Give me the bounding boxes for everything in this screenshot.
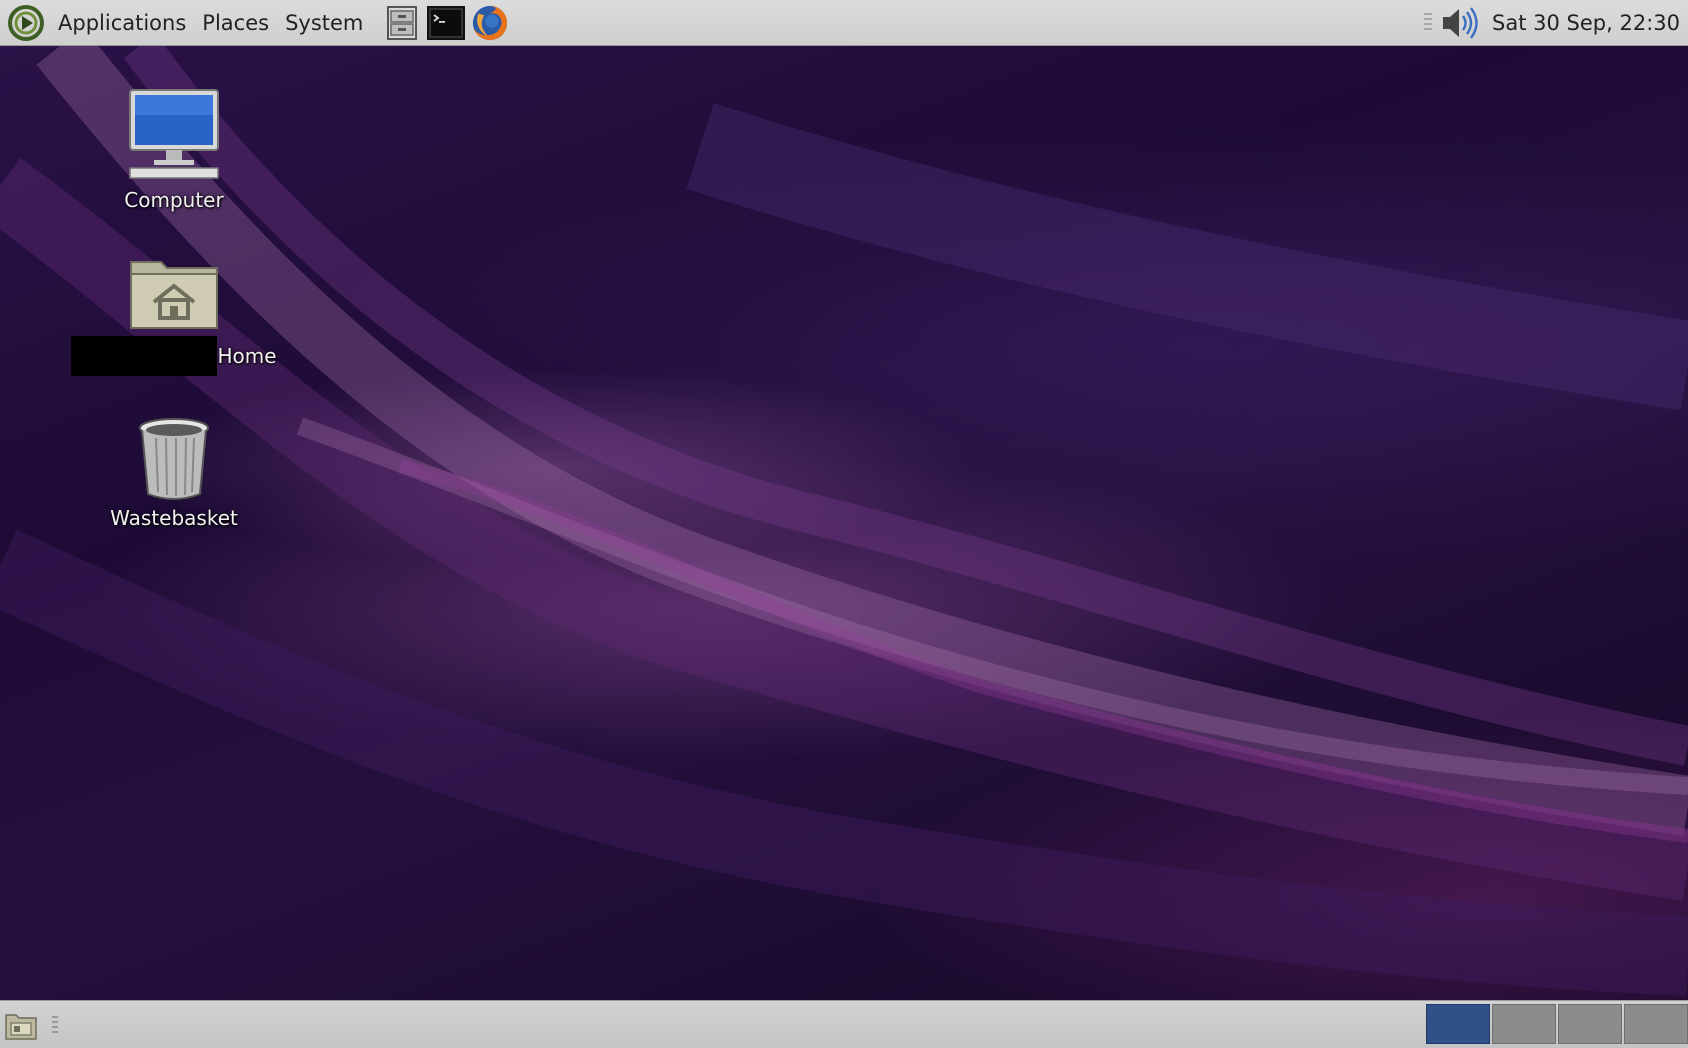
home-label-row: Home	[71, 336, 277, 376]
panel-grip	[1424, 13, 1433, 33]
desktop-icon-wastebasket[interactable]: Wastebasket	[89, 416, 259, 530]
distro-logo-icon[interactable]	[6, 3, 46, 43]
workspace-switcher	[1424, 1004, 1688, 1046]
desktop-icon-label: Computer	[124, 188, 224, 212]
system-menu[interactable]: System	[277, 0, 371, 46]
launcher-group	[377, 4, 509, 42]
desktop-icon-home[interactable]: Home	[71, 252, 277, 376]
speaker-volume-icon[interactable]	[1440, 4, 1482, 42]
terminal-launcher[interactable]	[427, 4, 466, 42]
file-manager-launcher[interactable]	[383, 4, 421, 42]
workspace-4[interactable]	[1624, 1004, 1688, 1044]
show-desktop-button[interactable]	[4, 1008, 38, 1042]
trash-icon	[139, 418, 209, 500]
workspace-3[interactable]	[1558, 1004, 1622, 1044]
desktop-wallpaper[interactable]: Computer Home Wastebasket	[0, 46, 1688, 1000]
places-menu[interactable]: Places	[194, 0, 277, 46]
firefox-launcher[interactable]	[471, 4, 509, 42]
bottom-panel	[0, 1000, 1688, 1048]
file-manager-icon	[387, 5, 418, 40]
desktop-icon-label: Home	[217, 344, 277, 368]
workspace-2[interactable]	[1492, 1004, 1556, 1044]
clock[interactable]: Sat 30 Sep, 22:30	[1492, 11, 1680, 35]
computer-monitor-icon	[129, 89, 219, 179]
workspace-1[interactable]	[1426, 1004, 1490, 1044]
applications-menu[interactable]: Applications	[50, 0, 194, 46]
desktop-icon-computer[interactable]: Computer	[89, 88, 259, 212]
top-panel: Applications Places System Sat 30 Sep, 2…	[0, 0, 1688, 46]
firefox-icon	[473, 5, 508, 40]
desktop-icon-label: Wastebasket	[110, 506, 238, 530]
terminal-icon	[427, 5, 466, 40]
notification-area: Sat 30 Sep, 22:30	[1424, 0, 1688, 46]
panel-grip	[52, 1015, 58, 1034]
home-folder-icon	[130, 261, 218, 329]
redacted-username	[71, 336, 218, 376]
show-desktop-icon	[5, 1013, 37, 1040]
